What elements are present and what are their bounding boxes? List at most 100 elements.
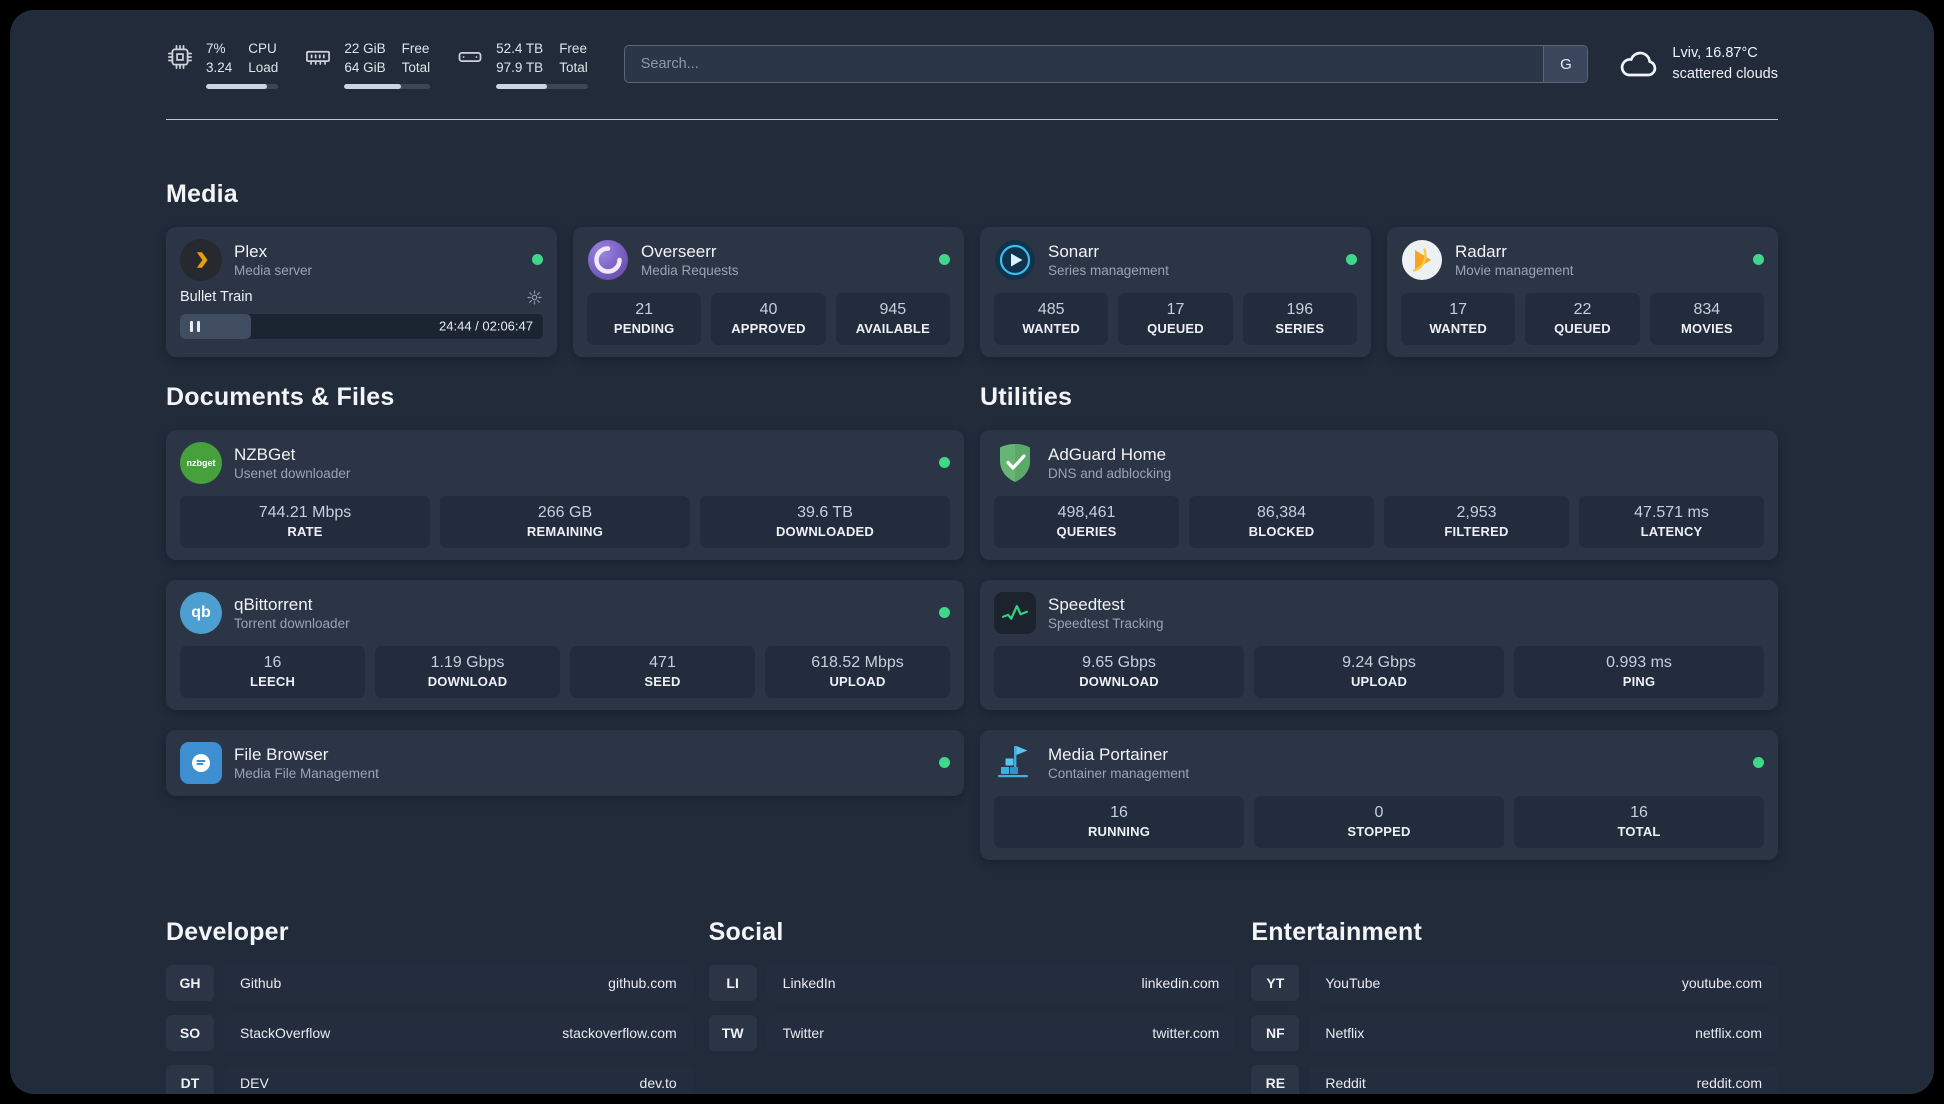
stat-label: WANTED xyxy=(1022,320,1080,336)
stat-label: QUERIES xyxy=(1056,523,1117,539)
cpu-usage-fill xyxy=(206,83,268,89)
speedtest-card[interactable]: Speedtest Speedtest Tracking 9.65 Gbps D… xyxy=(980,579,1778,710)
bookmark-name: Twitter xyxy=(782,1024,824,1041)
stat-value: 22 xyxy=(1573,300,1592,318)
search-input[interactable] xyxy=(624,46,1544,83)
bookmark-twitter[interactable]: TW Twitter twitter.com xyxy=(708,1014,1236,1051)
bookmark-abbr[interactable]: TW xyxy=(708,1014,757,1051)
radarr-card[interactable]: Radarr Movie management 17 WANTED 22 QUE… xyxy=(1387,226,1778,357)
bookmark-name: Github xyxy=(240,974,282,991)
stat-value: 21 xyxy=(635,300,654,318)
bookmark-abbr[interactable]: LI xyxy=(708,964,757,1001)
bookmark-url: twitter.com xyxy=(1152,1024,1220,1041)
bookmark-abbr[interactable]: DT xyxy=(166,1064,214,1094)
bookmark-link[interactable]: Netflix netflix.com xyxy=(1309,1014,1778,1051)
media-section: Media Plex Media server Bullet Train 24:… xyxy=(166,180,1778,357)
filebrowser-title: File Browser xyxy=(234,745,329,765)
qbittorrent-icon: qb xyxy=(180,591,222,634)
stat-label: STOPPED xyxy=(1347,823,1411,839)
stat-tile-rate: 744.21 Mbps RATE xyxy=(180,495,430,548)
cpu-label-bottom: Load xyxy=(248,59,279,75)
bookmark-name: LinkedIn xyxy=(782,974,836,991)
social-heading: Social xyxy=(708,917,784,946)
bookmark-stackoverflow[interactable]: SO StackOverflow stackoverflow.com xyxy=(166,1014,693,1051)
overseerr-icon xyxy=(587,239,629,281)
bookmark-url: youtube.com xyxy=(1681,974,1762,991)
memory-icon xyxy=(304,43,332,71)
bookmark-url: dev.to xyxy=(639,1074,677,1091)
filebrowser-subtitle: Media File Management xyxy=(234,766,379,782)
search-engine-button[interactable]: G xyxy=(1543,46,1588,83)
stat-value: 17 xyxy=(1166,300,1185,318)
stat-value: 47.571 ms xyxy=(1634,503,1709,521)
stat-tile-seed: 471 SEED xyxy=(570,645,755,698)
bookmark-reddit[interactable]: RE Reddit reddit.com xyxy=(1251,1064,1778,1094)
bookmark-abbr[interactable]: SO xyxy=(166,1014,214,1051)
bookmark-url: reddit.com xyxy=(1696,1074,1762,1091)
sonarr-title: Sonarr xyxy=(1048,242,1100,262)
radarr-subtitle: Movie management xyxy=(1455,263,1574,279)
stat-tile-ping: 0.993 ms PING xyxy=(1514,645,1764,698)
disk-free-value: 52.4 TB xyxy=(496,41,544,56)
sonarr-card[interactable]: Sonarr Series management 485 WANTED 17 Q… xyxy=(980,226,1371,357)
bookmark-link[interactable]: DEV dev.to xyxy=(224,1064,693,1094)
filebrowser-card[interactable]: File Browser Media File Management xyxy=(166,729,964,796)
qbittorrent-card[interactable]: qb qBittorrent Torrent downloader 16 LEE… xyxy=(166,579,964,710)
pause-icon[interactable] xyxy=(190,320,200,332)
bookmark-github[interactable]: GH Github github.com xyxy=(166,964,693,1001)
bookmark-abbr[interactable]: YT xyxy=(1251,964,1300,1001)
stat-value: 16 xyxy=(1110,803,1128,821)
stat-label: RATE xyxy=(287,523,323,539)
bookmark-link[interactable]: YouTube youtube.com xyxy=(1309,964,1778,1001)
bookmark-youtube[interactable]: YT YouTube youtube.com xyxy=(1251,964,1778,1001)
header-divider xyxy=(166,118,1778,120)
bookmark-abbr[interactable]: NF xyxy=(1251,1014,1300,1051)
bookmark-url: github.com xyxy=(608,974,677,991)
plex-card[interactable]: Plex Media server Bullet Train 24:44 / 0… xyxy=(166,226,557,357)
stat-tile-latency: 47.571 ms LATENCY xyxy=(1579,495,1764,548)
radarr-title: Radarr xyxy=(1455,242,1507,262)
bookmark-link[interactable]: Reddit reddit.com xyxy=(1309,1064,1778,1094)
stat-tile-queries: 498,461 QUERIES xyxy=(994,495,1179,548)
bookmark-link[interactable]: LinkedIn linkedin.com xyxy=(766,964,1236,1001)
portainer-card[interactable]: Media Portainer Container management 16 … xyxy=(980,729,1778,860)
gear-icon[interactable] xyxy=(526,289,543,306)
nzbget-card[interactable]: nzbget NZBGet Usenet downloader 744.21 M… xyxy=(166,429,964,560)
bookmark-link[interactable]: StackOverflow stackoverflow.com xyxy=(224,1014,693,1051)
adguard-card[interactable]: AdGuard Home DNS and adblocking 498,461 … xyxy=(980,429,1778,560)
portainer-subtitle: Container management xyxy=(1048,766,1190,782)
bookmark-link[interactable]: Twitter twitter.com xyxy=(766,1014,1236,1051)
bookmark-abbr[interactable]: RE xyxy=(1251,1064,1300,1094)
overseerr-card[interactable]: Overseerr Media Requests 21 PENDING 40 A… xyxy=(573,226,964,357)
weather-widget[interactable]: Lviv, 16.87°C scattered clouds xyxy=(1616,43,1778,85)
stat-tile-approved: 40 APPROVED xyxy=(711,292,826,345)
utilities-heading: Utilities xyxy=(980,382,1073,411)
adguard-icon xyxy=(994,442,1036,484)
memory-label-bottom: Total xyxy=(401,59,431,75)
stat-label: DOWNLOADED xyxy=(775,523,875,539)
playback-progress-bar[interactable]: 24:44 / 02:06:47 xyxy=(180,313,543,339)
plex-icon xyxy=(180,238,222,281)
stat-label: RUNNING xyxy=(1087,823,1151,839)
stat-label: QUEUED xyxy=(1554,320,1611,336)
disk-usage-bar xyxy=(496,83,588,89)
cpu-percent: 7% xyxy=(206,41,226,56)
stat-value: 86,384 xyxy=(1257,503,1306,521)
stat-tile-wanted: 485 WANTED xyxy=(994,292,1109,345)
bookmark-link[interactable]: Github github.com xyxy=(224,964,693,1001)
bookmark-dev[interactable]: DT DEV dev.to xyxy=(166,1064,693,1094)
stat-value: 1.19 Gbps xyxy=(430,653,505,671)
stat-value: 40 xyxy=(759,300,778,318)
weather-condition: scattered clouds xyxy=(1672,66,1778,83)
bookmark-linkedin[interactable]: LI LinkedIn linkedin.com xyxy=(708,964,1236,1001)
plex-player-widget: Bullet Train 24:44 / 02:06:47 xyxy=(180,289,543,339)
adguard-title: AdGuard Home xyxy=(1048,445,1167,465)
bookmark-abbr[interactable]: GH xyxy=(166,964,214,1001)
stat-label: SEED xyxy=(644,673,681,689)
portainer-title: Media Portainer xyxy=(1048,745,1169,765)
cpu-load-value: 3.24 xyxy=(206,59,233,75)
playback-time: 24:44 / 02:06:47 xyxy=(439,318,533,334)
stat-value: 39.6 TB xyxy=(797,503,853,521)
stat-value: 744.21 Mbps xyxy=(258,503,352,521)
bookmark-netflix[interactable]: NF Netflix netflix.com xyxy=(1251,1014,1778,1051)
